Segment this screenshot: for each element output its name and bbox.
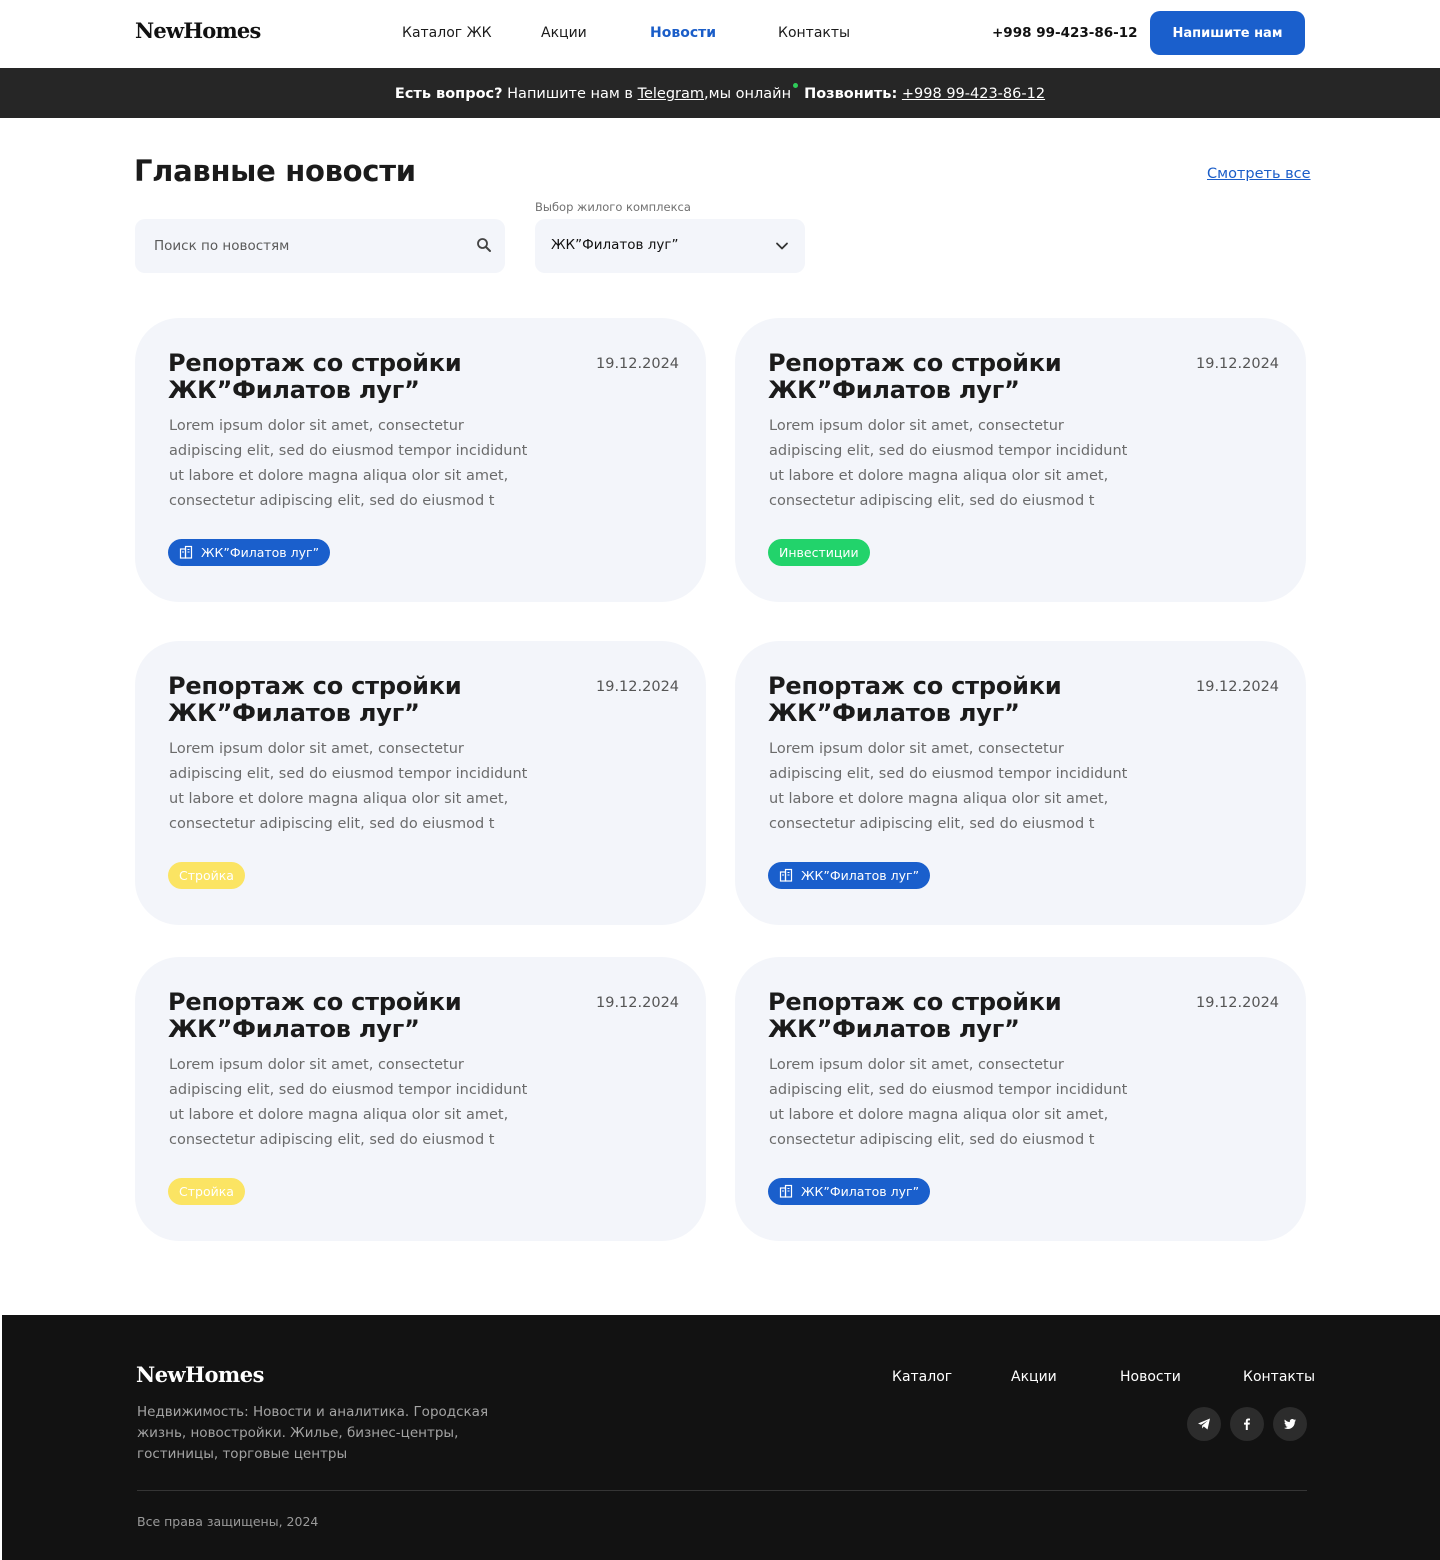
footer-nav-contacts[interactable]: Контакты [1243,1369,1315,1385]
news-date: 19.12.2024 [596,356,680,372]
footer-divider [137,1490,1307,1491]
online-indicator-icon [793,83,799,88]
online-text: ,мы онлайн [704,86,792,102]
telegram-link[interactable]: Telegram [638,86,704,102]
call-label: Позвонить: [804,86,898,102]
nav-item-promotions[interactable]: Акции [541,25,587,41]
twitter-button[interactable] [1273,1407,1307,1441]
footer-logo[interactable]: NewHomes [136,1362,264,1387]
tag-label: Инвестиции [779,545,859,560]
construction-tag[interactable]: Стройка [168,1178,245,1205]
complex-tag[interactable]: ЖК”Филатов луг” [768,862,931,889]
facebook-icon [1244,1418,1250,1430]
construction-tag[interactable]: Стройка [168,862,245,889]
news-card[interactable]: Репортаж со стройки ЖК”Филатов луг” 19.1… [135,641,706,925]
news-date: 19.12.2024 [1196,679,1280,695]
building-icon [779,868,793,882]
tag-label: ЖК”Филатов луг” [201,545,320,560]
footer-description: Недвижимость: Новости и аналитика. Город… [137,1404,489,1462]
telegram-button[interactable] [1187,1407,1221,1441]
news-card[interactable]: Репортаж со стройки ЖК”Филатов луг” 19.1… [735,957,1306,1241]
news-title: Репортаж со стройки ЖК”Филатов луг” [168,349,462,404]
news-search [135,219,505,273]
logo[interactable]: NewHomes [135,18,261,43]
complex-tag[interactable]: ЖК”Филатов луг” [768,1178,931,1205]
building-icon [779,1184,793,1198]
question-label: Есть вопрос? [394,86,503,102]
news-card[interactable]: Репортаж со стройки ЖК”Филатов луг” 19.1… [735,641,1306,925]
facebook-button[interactable] [1230,1407,1264,1441]
search-input[interactable] [135,219,465,273]
page-title: Главные новости [134,154,416,188]
news-text: Lorem ipsum dolor sit amet, consectetur … [769,741,1128,832]
footer-nav-news[interactable]: Новости [1120,1369,1181,1385]
nav-item-contacts[interactable]: Контакты [778,25,850,41]
nav-item-news[interactable]: Новости [650,25,716,41]
news-card[interactable]: Репортаж со стройки ЖК”Филатов луг” 19.1… [135,318,706,602]
investments-tag[interactable]: Инвестиции [768,539,870,566]
write-us-button[interactable]: Напишите нам [1150,11,1305,55]
tag-label: ЖК”Филатов луг” [801,1184,920,1199]
news-title: Репортаж со стройки ЖК”Филатов луг” [768,988,1062,1043]
complex-select-label: Выбор жилого комплекса [535,200,691,214]
news-text: Lorem ipsum dolor sit amet, consectetur … [769,418,1128,509]
site-header: NewHomes Каталог ЖК Акции Новости Контак… [0,0,1440,68]
news-title: Репортаж со стройки ЖК”Филатов луг” [168,672,462,727]
complex-tag[interactable]: ЖК”Филатов луг” [168,539,331,566]
header-phone[interactable]: +998 99-423-86-12 [992,25,1138,41]
tag-label: Стройка [179,868,234,883]
complex-select-value: ЖК”Филатов луг” [551,237,679,253]
info-bar: Есть вопрос? Напишите нам в Telegram,мы … [0,68,1440,118]
site-footer: NewHomes Недвижимость: Новости и аналити… [2,1315,1440,1560]
news-date: 19.12.2024 [596,995,680,1011]
footer-nav-promotions[interactable]: Акции [1011,1369,1057,1385]
footer-nav-catalog[interactable]: Каталог [892,1369,952,1385]
tag-label: Стройка [179,1184,234,1199]
infobar-phone-link[interactable]: +998 99-423-86-12 [902,86,1045,102]
news-date: 19.12.2024 [596,679,680,695]
tag-label: ЖК”Филатов луг” [801,868,920,883]
write-text: Напишите нам в [507,86,633,102]
news-text: Lorem ipsum dolor sit amet, consectetur … [169,418,528,509]
building-icon [179,545,193,559]
news-title: Репортаж со стройки ЖК”Филатов луг” [768,349,1062,404]
news-text: Lorem ipsum dolor sit amet, consectetur … [169,741,528,832]
twitter-icon [1284,1419,1296,1429]
news-card[interactable]: Репортаж со стройки ЖК”Филатов луг” 19.1… [135,957,706,1241]
complex-select[interactable]: ЖК”Филатов луг” [535,219,805,273]
news-text: Lorem ipsum dolor sit amet, consectetur … [769,1057,1128,1148]
telegram-icon [1198,1418,1210,1430]
news-card[interactable]: Репортаж со стройки ЖК”Филатов луг” 19.1… [735,318,1306,602]
copyright: Все права защищены, 2024 [137,1514,319,1529]
chevron-down-icon [776,242,788,250]
news-title: Репортаж со стройки ЖК”Филатов луг” [168,988,462,1043]
see-all-link[interactable]: Смотреть все [1207,166,1311,182]
search-icon[interactable] [476,237,492,253]
news-date: 19.12.2024 [1196,995,1280,1011]
nav-item-catalog[interactable]: Каталог ЖК [402,25,492,41]
news-text: Lorem ipsum dolor sit amet, consectetur … [169,1057,528,1148]
news-title: Репортаж со стройки ЖК”Филатов луг” [768,672,1062,727]
news-date: 19.12.2024 [1196,356,1280,372]
